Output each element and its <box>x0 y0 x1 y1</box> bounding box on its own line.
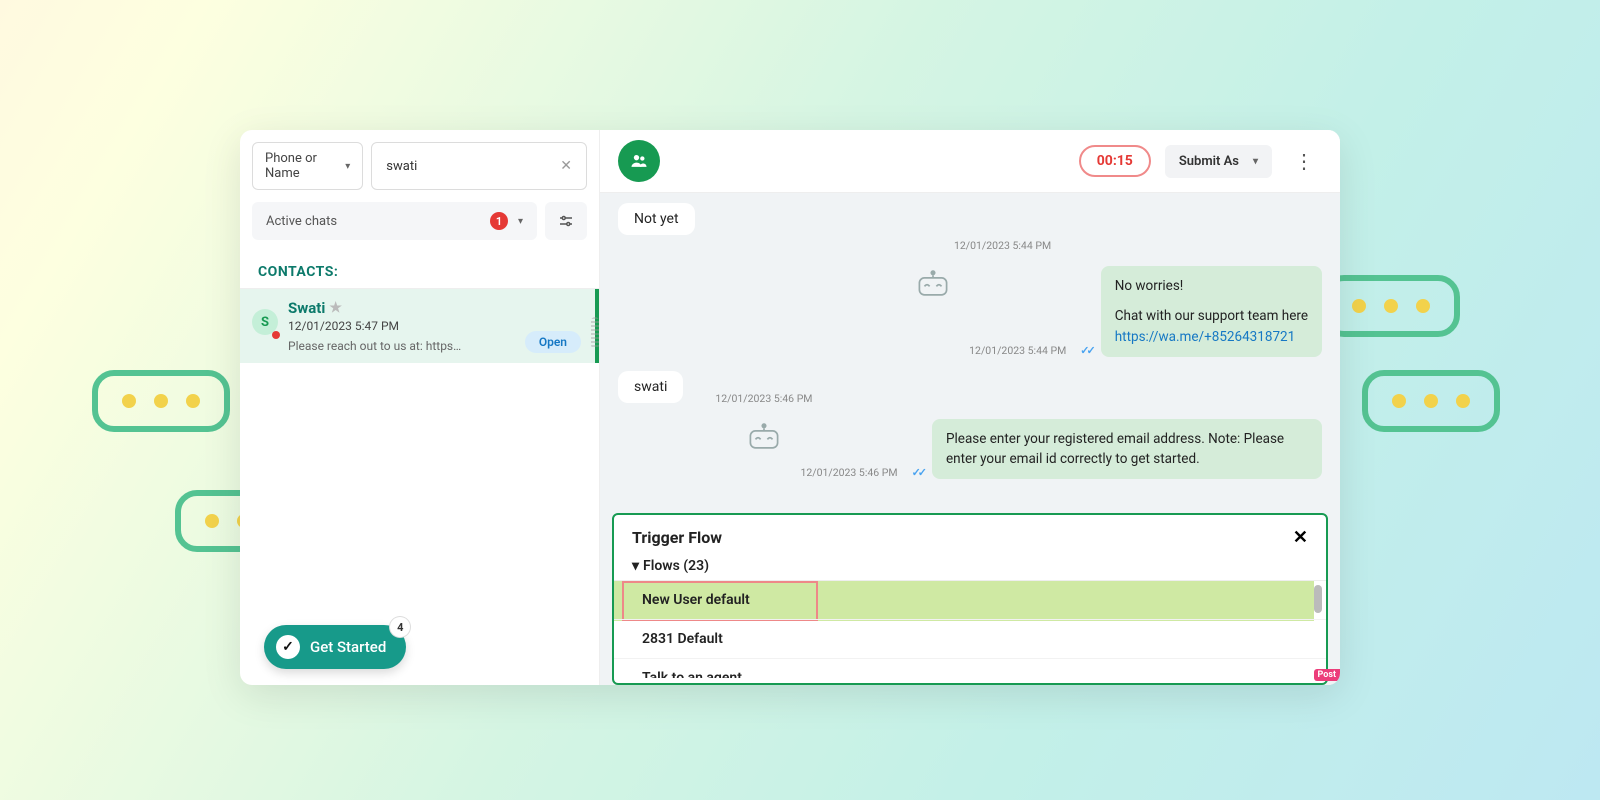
check-icon: ✓ <box>276 635 300 659</box>
sidebar: Phone or Name ▾ ✕ Active chats 1 ▾ CONTA… <box>240 130 600 685</box>
active-chats-dropdown[interactable]: Active chats 1 ▾ <box>252 202 537 240</box>
message-timestamp: 12/01/2023 5:46 PM <box>800 466 897 479</box>
decor-bubble <box>1362 370 1500 432</box>
sliders-icon <box>557 212 575 230</box>
outgoing-message: Please enter your registered email addre… <box>932 419 1322 480</box>
search-type-label: Phone or Name <box>265 151 341 181</box>
unread-dot-icon <box>272 331 280 339</box>
trigger-flow-panel: Trigger Flow ✕ ▾ Flows (23) New User def… <box>612 513 1328 685</box>
read-ticks-icon: ✓✓ <box>1080 344 1092 357</box>
submit-as-dropdown[interactable]: Submit As ▾ <box>1165 145 1272 178</box>
message-line: Chat with our support team here <box>1115 306 1308 326</box>
search-type-dropdown[interactable]: Phone or Name ▾ <box>252 142 363 190</box>
message-timestamp: 12/01/2023 5:44 PM <box>969 344 1066 357</box>
trigger-flow-title: Trigger Flow <box>632 528 722 547</box>
submit-as-label: Submit As <box>1179 154 1239 169</box>
read-ticks-icon: ✓✓ <box>912 466 924 479</box>
flows-group-label: Flows (23) <box>643 558 709 574</box>
get-started-label: Get Started <box>310 638 386 656</box>
contact-list-item[interactable]: S Swati ★ 12/01/2023 5:47 PM Please reac… <box>240 289 599 363</box>
response-timer: 00:15 <box>1079 145 1151 177</box>
app-window: Phone or Name ▾ ✕ Active chats 1 ▾ CONTA… <box>240 130 1340 685</box>
chat-header: 00:15 Submit As ▾ ⋮ <box>600 130 1340 193</box>
message-link[interactable]: https://wa.me/+85264318721 <box>1115 329 1295 345</box>
open-chat-button[interactable]: Open <box>525 331 581 353</box>
flow-list: New User default 2831 Default Talk to an… <box>614 580 1326 678</box>
get-started-count-badge: 4 <box>390 617 410 637</box>
bot-icon <box>911 266 955 300</box>
contact-name: Swati <box>288 299 325 317</box>
resize-handle-icon[interactable] <box>591 317 599 349</box>
message-line: Please enter your registered email addre… <box>946 431 1205 447</box>
message-timestamp: 12/01/2023 5:44 PM <box>954 239 1051 252</box>
search-input-wrap: ✕ <box>371 142 587 190</box>
sort-filter-button[interactable] <box>545 202 587 240</box>
star-icon[interactable]: ★ <box>329 300 342 316</box>
chevron-down-icon: ▾ <box>518 216 523 227</box>
message-line: No worries! <box>1115 276 1308 296</box>
group-icon <box>629 151 649 171</box>
search-input[interactable] <box>382 150 556 183</box>
flow-item[interactable]: 2831 Default <box>614 620 1326 659</box>
caret-down-icon: ▾ <box>632 558 639 574</box>
close-icon[interactable]: ✕ <box>1293 527 1308 548</box>
contact-preview: Please reach out to us at: https… <box>288 339 468 353</box>
chat-panel: 00:15 Submit As ▾ ⋮ Not yet 12/01/2023 5… <box>600 130 1340 685</box>
incoming-message: Not yet <box>618 203 695 235</box>
decor-bubble <box>1322 275 1460 337</box>
clear-search-icon[interactable]: ✕ <box>556 156 576 176</box>
bot-icon <box>742 419 786 453</box>
active-chats-label: Active chats <box>266 214 337 229</box>
chevron-down-icon: ▾ <box>345 161 350 172</box>
chevron-down-icon: ▾ <box>1253 156 1258 167</box>
message-timestamp: 12/01/2023 5:46 PM <box>715 392 812 405</box>
incoming-message: swati <box>618 371 683 403</box>
get-started-button[interactable]: ✓ Get Started 4 <box>264 625 406 669</box>
contacts-header: CONTACTS: <box>240 250 599 289</box>
kebab-icon: ⋮ <box>1294 149 1314 173</box>
active-chats-count-badge: 1 <box>490 212 508 230</box>
outgoing-message: No worries! Chat with our support team h… <box>1101 266 1322 357</box>
flows-group-toggle[interactable]: ▾ Flows (23) <box>614 552 1326 580</box>
flow-item[interactable]: New User default <box>614 581 1326 620</box>
decor-bubble <box>92 370 230 432</box>
chat-avatar[interactable] <box>618 140 660 182</box>
flow-item[interactable]: Talk to an agent <box>614 659 1326 678</box>
more-menu-button[interactable]: ⋮ <box>1286 145 1322 177</box>
